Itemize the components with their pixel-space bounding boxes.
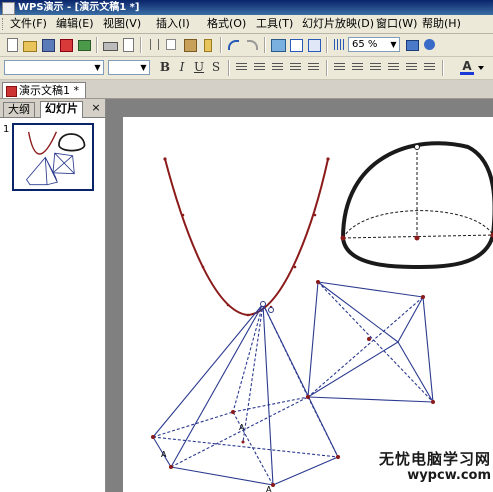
toolbar-separator bbox=[140, 37, 142, 53]
align-left-icon[interactable] bbox=[234, 60, 249, 75]
italic-button[interactable]: I bbox=[175, 60, 189, 75]
cut-icon[interactable] bbox=[146, 37, 161, 52]
help-icon[interactable] bbox=[422, 37, 437, 52]
slide-thumbnail[interactable] bbox=[12, 123, 94, 191]
toolbar-separator bbox=[326, 37, 328, 53]
font-color-button[interactable]: A bbox=[460, 60, 474, 75]
distribute-icon[interactable] bbox=[306, 60, 321, 75]
toolbar-separator bbox=[220, 37, 222, 53]
menu-tools[interactable]: 工具(T) bbox=[256, 15, 293, 33]
vertex-label-a3: A bbox=[266, 485, 272, 492]
standard-toolbar: 65 % ▼ bbox=[0, 34, 493, 57]
insert-chart-icon[interactable] bbox=[306, 37, 321, 52]
slide-workspace: A A A bbox=[106, 99, 493, 492]
bullets-icon[interactable] bbox=[350, 60, 365, 75]
tab-outline[interactable]: 大纲 bbox=[3, 102, 35, 117]
bold-button[interactable]: B bbox=[158, 60, 172, 75]
slide-number: 1 bbox=[3, 124, 10, 135]
insert-table-icon[interactable] bbox=[288, 37, 303, 52]
paragraph-icon[interactable] bbox=[422, 60, 437, 75]
paste-icon[interactable] bbox=[182, 37, 197, 52]
close-icon[interactable]: × bbox=[90, 102, 102, 114]
title-bar: WPS演示 - [演示文稿1 *] bbox=[0, 0, 493, 15]
toolbar-separator bbox=[228, 60, 230, 76]
watermark-url: wypcw.com bbox=[407, 468, 491, 483]
hemisphere-shape bbox=[340, 141, 493, 270]
export-icon[interactable] bbox=[76, 37, 91, 52]
numbering-icon[interactable] bbox=[332, 60, 347, 75]
chevron-down-icon[interactable]: ▼ bbox=[139, 62, 148, 73]
open-icon[interactable] bbox=[22, 37, 37, 52]
align-center-icon[interactable] bbox=[252, 60, 267, 75]
menu-slideshow[interactable]: 幻灯片放映(D) bbox=[302, 15, 374, 33]
vertex-label-a2: A bbox=[161, 450, 167, 459]
pyramid-shape bbox=[152, 303, 339, 486]
line-spacing-icon[interactable] bbox=[404, 60, 419, 75]
print-preview-icon[interactable] bbox=[120, 37, 135, 52]
slide-drawing: A A A bbox=[151, 141, 493, 492]
toolbar-separator bbox=[442, 60, 444, 76]
window-title: WPS演示 - [演示文稿1 *] bbox=[18, 2, 140, 13]
document-tab-label: 演示文稿1 bbox=[19, 84, 70, 97]
menu-help[interactable]: 帮助(H) bbox=[422, 15, 461, 33]
grid-icon[interactable] bbox=[332, 37, 347, 52]
parabola-curve bbox=[164, 158, 329, 317]
presentation-icon bbox=[6, 86, 17, 97]
menu-grip[interactable] bbox=[2, 18, 6, 30]
zoom-value: 65 % bbox=[352, 39, 378, 50]
toolbar-separator bbox=[326, 60, 328, 76]
font-name-select[interactable]: ▼ bbox=[4, 60, 104, 75]
toolbar-separator bbox=[96, 37, 98, 53]
underline-button[interactable]: U bbox=[192, 60, 206, 75]
chevron-down-icon[interactable] bbox=[476, 60, 486, 75]
slide-layout-icon[interactable] bbox=[404, 37, 419, 52]
increase-indent-icon[interactable] bbox=[386, 60, 401, 75]
format-painter-icon[interactable] bbox=[200, 37, 215, 52]
menu-view[interactable]: 视图(V) bbox=[103, 15, 141, 33]
vertex-label-a1: A bbox=[239, 423, 245, 432]
menu-window[interactable]: 窗口(W) bbox=[376, 15, 417, 33]
save-icon[interactable] bbox=[40, 37, 55, 52]
chevron-down-icon[interactable]: ▼ bbox=[389, 39, 398, 50]
undo-icon[interactable] bbox=[226, 37, 241, 52]
copy-icon[interactable] bbox=[164, 37, 179, 52]
menu-bar: 文件(F) 编辑(E) 视图(V) 插入(I) 格式(O) 工具(T) 幻灯片放… bbox=[0, 15, 493, 34]
strikethrough-button[interactable]: S bbox=[209, 60, 223, 75]
panel-tabs: 大纲 幻灯片 × bbox=[0, 99, 105, 118]
document-tab-bar: 演示文稿1 * bbox=[0, 80, 493, 99]
site-watermark: 无忧电脑学习网 wypcw.com bbox=[361, 450, 491, 490]
menu-insert[interactable]: 插入(I) bbox=[156, 15, 190, 33]
font-size-select[interactable]: ▼ bbox=[108, 60, 150, 75]
align-right-icon[interactable] bbox=[270, 60, 285, 75]
modified-marker: * bbox=[73, 84, 80, 97]
redo-icon[interactable] bbox=[244, 37, 259, 52]
print-icon[interactable] bbox=[102, 37, 118, 52]
octahedron-shape bbox=[307, 281, 434, 403]
new-icon[interactable] bbox=[4, 37, 19, 52]
decrease-indent-icon[interactable] bbox=[368, 60, 383, 75]
tab-slides[interactable]: 幻灯片 bbox=[40, 101, 83, 118]
menu-format[interactable]: 格式(O) bbox=[207, 15, 246, 33]
pdf-icon[interactable] bbox=[58, 37, 73, 52]
thumbnail-preview bbox=[26, 131, 86, 186]
document-tab[interactable]: 演示文稿1 * bbox=[2, 82, 86, 98]
slide-panel: 大纲 幻灯片 × 1 bbox=[0, 99, 106, 492]
chevron-down-icon[interactable]: ▼ bbox=[93, 62, 102, 73]
menu-file[interactable]: 文件(F) bbox=[10, 15, 47, 33]
insert-picture-icon[interactable] bbox=[270, 37, 286, 52]
menu-edit[interactable]: 编辑(E) bbox=[56, 15, 94, 33]
watermark-site-name: 无忧电脑学习网 bbox=[378, 450, 491, 468]
app-icon bbox=[2, 2, 15, 15]
slide-canvas[interactable]: A A A bbox=[123, 117, 493, 492]
justify-icon[interactable] bbox=[288, 60, 303, 75]
formatting-toolbar: ▼ ▼ B I U S A bbox=[0, 57, 493, 80]
toolbar-separator bbox=[264, 37, 266, 53]
zoom-select[interactable]: 65 % ▼ bbox=[348, 37, 400, 52]
